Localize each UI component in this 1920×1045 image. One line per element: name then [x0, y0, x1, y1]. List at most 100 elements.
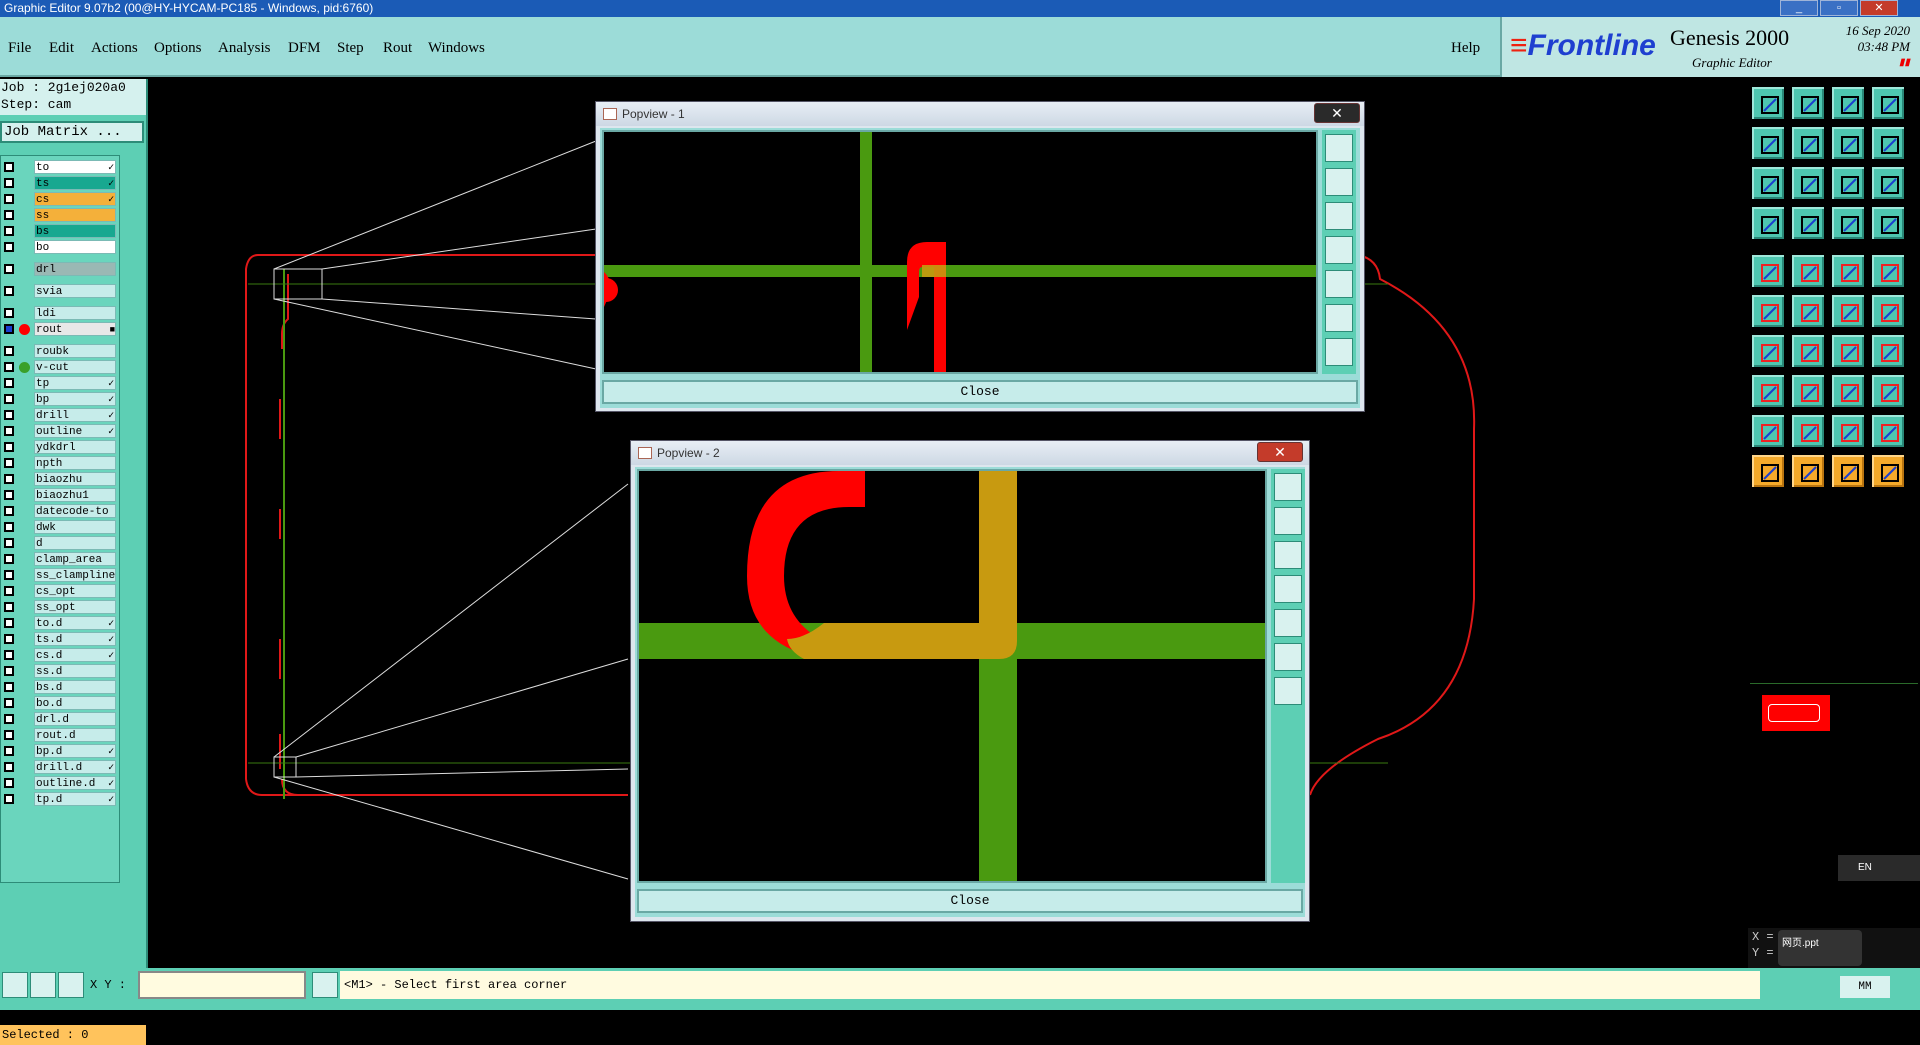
layer-row-tp[interactable]: tp ✓	[1, 376, 121, 390]
pan-up-icon[interactable]	[1325, 168, 1353, 196]
layer-name[interactable]: dwk	[34, 520, 116, 534]
layer-row-cs[interactable]: cs ✓	[1, 192, 121, 206]
layer-row-npth[interactable]: npth	[1, 456, 121, 470]
layer-row-biaozhu[interactable]: biaozhu	[1, 472, 121, 486]
layer-row-rout[interactable]: rout ■	[1, 322, 121, 336]
layer-row-bo-d[interactable]: bo.d	[1, 696, 121, 710]
job-matrix-button[interactable]: Job Matrix ...	[0, 121, 144, 143]
layer-checkbox[interactable]	[4, 634, 14, 644]
pointer-icon[interactable]	[1750, 453, 1786, 489]
layer-name[interactable]: tp.d	[34, 792, 116, 806]
pin-icon[interactable]	[1790, 205, 1826, 241]
zoom-in-icon[interactable]	[1325, 304, 1353, 332]
layer-name[interactable]: ss.d	[34, 664, 116, 678]
zoom-fit-icon[interactable]	[1325, 134, 1353, 162]
layer-checkbox[interactable]	[4, 778, 14, 788]
layer-name[interactable]: roubk	[34, 344, 116, 358]
layer-checkbox[interactable]	[4, 242, 14, 252]
layer-checkbox[interactable]	[4, 538, 14, 548]
layer-checkbox[interactable]	[4, 162, 14, 172]
popview-2-view[interactable]	[637, 469, 1267, 883]
menu-rout[interactable]: Rout	[383, 40, 412, 57]
layer-checkbox[interactable]	[4, 458, 14, 468]
layer-checkbox[interactable]	[4, 394, 14, 404]
slash-icon[interactable]	[1790, 333, 1826, 369]
layer-checkbox[interactable]	[4, 442, 14, 452]
pan-left-icon[interactable]	[1274, 575, 1302, 603]
help-icon[interactable]	[1870, 165, 1906, 201]
xy-input[interactable]	[138, 971, 306, 999]
arc-icon[interactable]	[1830, 333, 1866, 369]
popview-1-titlebar[interactable]: Popview - 1	[596, 102, 1364, 126]
arrow-icon[interactable]	[1830, 293, 1866, 329]
edit-icon[interactable]	[1870, 333, 1906, 369]
layer-name[interactable]: bs	[34, 224, 116, 238]
layer-name[interactable]: cs.d	[34, 648, 116, 662]
layer-checkbox[interactable]	[4, 378, 14, 388]
layer-row-ts[interactable]: ts ✓	[1, 176, 121, 190]
language-indicator[interactable]: EN	[1838, 855, 1920, 881]
layer-name[interactable]: v-cut	[34, 360, 116, 374]
layer-name[interactable]: biaozhu	[34, 472, 116, 486]
swap-icon[interactable]	[1830, 125, 1866, 161]
popview-2-close-icon[interactable]: ✕	[1257, 442, 1303, 462]
layer-checkbox[interactable]	[4, 226, 14, 236]
menu-windows[interactable]: Windows	[428, 40, 485, 57]
triangle-icon[interactable]	[1750, 413, 1786, 449]
layer-name[interactable]: tp	[34, 376, 116, 390]
angle-icon[interactable]	[1750, 333, 1786, 369]
layer-row-bo[interactable]: bo	[1, 240, 121, 254]
popview-1-close-button[interactable]: Close	[602, 380, 1358, 404]
layer-checkbox[interactable]	[4, 362, 14, 372]
layer-row-drill[interactable]: drill ✓	[1, 408, 121, 422]
layer-checkbox[interactable]	[4, 324, 14, 334]
layer-row-ss-d[interactable]: ss.d	[1, 664, 121, 678]
layer-checkbox[interactable]	[4, 410, 14, 420]
layer-checkbox[interactable]	[4, 194, 14, 204]
snap-icon[interactable]	[1870, 125, 1906, 161]
layer-checkbox[interactable]	[4, 794, 14, 804]
units-selector[interactable]: MM	[1840, 976, 1890, 998]
menu-dfm[interactable]: DFM	[288, 40, 321, 57]
tray-popup[interactable]: 网页.ppt	[1778, 930, 1862, 966]
layer-name[interactable]: d	[34, 536, 116, 550]
layer-name[interactable]: ss_opt	[34, 600, 116, 614]
layer-name[interactable]: rout	[34, 322, 116, 336]
layer-name[interactable]: bo.d	[34, 696, 116, 710]
dash-icon[interactable]	[1790, 373, 1826, 409]
layer-row-ss-clampline[interactable]: ss_clampline	[1, 568, 121, 582]
layer-name[interactable]: rout.d	[34, 728, 116, 742]
layer-row-d[interactable]: d	[1, 536, 121, 550]
layer-row-roubk[interactable]: roubk	[1, 344, 121, 358]
layer-row-dwk[interactable]: dwk	[1, 520, 121, 534]
layer-name[interactable]: ss	[34, 208, 116, 222]
layer-name[interactable]: drl	[34, 262, 116, 276]
layer-checkbox[interactable]	[4, 570, 14, 580]
layer-name[interactable]: to.d	[34, 616, 116, 630]
layer-checkbox[interactable]	[4, 618, 14, 628]
pan-up-icon[interactable]	[1274, 507, 1302, 535]
menu-step[interactable]: Step	[337, 40, 364, 57]
maximize-button[interactable]: ▫	[1820, 0, 1858, 16]
cross-icon[interactable]	[1790, 293, 1826, 329]
layer-checkbox[interactable]	[4, 346, 14, 356]
scale-icon[interactable]	[1830, 165, 1866, 201]
layer-name[interactable]: drl.d	[34, 712, 116, 726]
layer-row-cs-d[interactable]: cs.d ✓	[1, 648, 121, 662]
layer-checkbox[interactable]	[4, 714, 14, 724]
layer-name[interactable]: svia	[34, 284, 116, 298]
menu-file[interactable]: File	[8, 40, 31, 57]
layer-name[interactable]: to	[34, 160, 116, 174]
layer-row-bs-d[interactable]: bs.d	[1, 680, 121, 694]
layer-checkbox[interactable]	[4, 698, 14, 708]
close-window-button[interactable]: ✕	[1860, 0, 1898, 16]
layer-name[interactable]: datecode-to	[34, 504, 116, 518]
layer-checkbox[interactable]	[4, 506, 14, 516]
layer-name[interactable]: ss_clampline	[34, 568, 116, 582]
fit-icon[interactable]	[1750, 165, 1786, 201]
layer-row-ldi[interactable]: ldi	[1, 306, 121, 320]
layer-row-cs-opt[interactable]: cs_opt	[1, 584, 121, 598]
layer-name[interactable]: bo	[34, 240, 116, 254]
save-icon[interactable]	[1790, 85, 1826, 121]
layer-name[interactable]: biaozhu1	[34, 488, 116, 502]
